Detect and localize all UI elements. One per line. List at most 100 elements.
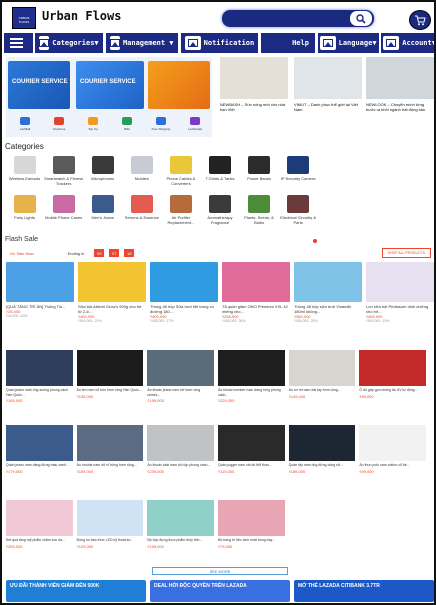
product-card[interactable]: Quần jogger nam vải dù thể thao... ₫119,0…: [217, 425, 285, 497]
nav-notification[interactable]: Notification: [184, 33, 254, 53]
nav-account[interactable]: Account▼: [383, 33, 436, 53]
category-item[interactable]: Serums & Essence: [122, 193, 161, 232]
promo-banner[interactable]: [148, 61, 210, 109]
cart-button[interactable]: [409, 10, 431, 30]
category-image: [130, 156, 153, 174]
product-card[interactable]: Đồng hồ báo thức LED kỹ thuật số... ₫129,…: [76, 500, 144, 572]
category-item[interactable]: [318, 193, 357, 232]
quick-links: LazMall Vouchers Top Up Bills Free Shipping L…: [8, 117, 212, 131]
product-card[interactable]: Set quà tặng mỹ phẩm chăm sóc da... ₫259,…: [6, 500, 73, 572]
carousel-dot[interactable]: [313, 239, 317, 243]
hamburger-menu-icon[interactable]: [10, 36, 23, 50]
category-image: [404, 195, 427, 213]
category-label: T-Shirts & Tanks: [205, 176, 235, 181]
category-item[interactable]: Fairy Lights: [5, 193, 44, 232]
nav-management[interactable]: Management ▼: [109, 33, 174, 53]
shop-all-button[interactable]: SHOP ALL PRODUCTS: [381, 248, 431, 258]
product-title: Áo hoodie nam nữ nỉ bông form rộng...: [76, 463, 137, 467]
flash-sale-card[interactable]: Thùng 48 hộp Sữa tươi tiệt trùng có đườn…: [150, 262, 218, 334]
product-card[interactable]: Áo len nam cổ tròn form rộng Hàn Quốc...…: [76, 350, 144, 422]
flash-sale-card[interactable]: [QUÀ TẶNG TRÍ ÂN] Thông Tin... ₫26,400 ₫44…: [6, 262, 74, 334]
category-item[interactable]: Air Purifier Replacement...: [161, 193, 200, 232]
product-card[interactable]: Quần tây nam ống đứng công sở... ₫189,000: [288, 425, 356, 497]
product-image: [217, 350, 285, 386]
product-title: Áo thun polo nam cotton cổ bẻ...: [359, 463, 410, 467]
quick-link[interactable]: Free Shipping: [150, 117, 172, 131]
image-icon: [319, 36, 336, 50]
promo-banner[interactable]: COURIER SERVICE: [8, 61, 70, 109]
quick-link[interactable]: Top Up: [82, 117, 104, 131]
category-item[interactable]: Phone Cables & Converters: [161, 154, 200, 193]
category-item[interactable]: Smartwatch & Fitness Trackers: [44, 154, 83, 193]
category-item[interactable]: [396, 193, 434, 232]
product-image: [76, 425, 144, 461]
product-card[interactable]: Áo sơ mi nam dài tay form rộng... ₫149,00…: [288, 350, 356, 422]
category-item[interactable]: Men's Jeans: [83, 193, 122, 232]
quick-link[interactable]: LazMall: [14, 117, 36, 131]
product-card[interactable]: Quần jeans nam ống suông phong cách Hàn …: [6, 350, 73, 422]
product-card[interactable]: Áo thun polo nam cotton cổ bẻ... ₫99,000: [359, 425, 426, 497]
quick-link-label: Free Shipping: [151, 127, 171, 131]
nav-language[interactable]: Language▼: [319, 33, 377, 53]
category-item[interactable]: [396, 154, 434, 193]
product-title: Quần tây nam ống đứng công sở...: [288, 463, 344, 467]
promo-text: COURIER SERVICE: [80, 79, 136, 85]
product-card[interactable]: Bộ trang trí tiệc sinh nhật bóng bay... ₫…: [217, 500, 285, 572]
nav-label: Account▼: [402, 39, 436, 47]
product-card[interactable]: Áo khoác jeans nam nữ form rộng unisex..…: [147, 350, 214, 422]
category-image: [169, 156, 192, 174]
promo-banner[interactable]: COURIER SERVICE: [76, 61, 144, 109]
search-input[interactable]: [222, 10, 374, 27]
flash-sale-card[interactable]: Tã quần giảm ONO Premium XXL 42 miếng ch…: [222, 262, 290, 334]
category-item[interactable]: T-Shirts & Tanks: [200, 154, 239, 193]
product-image: [288, 500, 356, 536]
news-card[interactable]: VIMUT – Danh phục thể giới tại Việt Nam: [294, 57, 362, 137]
product-title: Bộ trang trí tiệc sinh nhật bóng bay...: [217, 538, 275, 542]
footer-banner[interactable]: MỞ THẺ LAZADA CITIBANK 3.7TR: [294, 580, 434, 602]
product-card[interactable]: Ô dù gấp gọn chống tia UV tự động... ₫89,…: [359, 350, 426, 422]
category-item[interactable]: Plants, Seeds, & Bulbs: [240, 193, 279, 232]
category-item[interactable]: Wireless Earbuds: [5, 154, 44, 193]
nav-categories[interactable]: Categories▼: [39, 33, 99, 53]
news-card[interactable]: NEWBASH – Sức sống mới cho nhà bạn Việt: [220, 57, 288, 137]
category-item[interactable]: [357, 154, 396, 193]
news-card[interactable]: NEWLOOK – Chuyển mình từng bước ra khỏi …: [366, 57, 434, 137]
quick-link[interactable]: Vouchers: [48, 117, 70, 131]
logo[interactable]: URBAN FLOWS: [12, 7, 36, 29]
category-item[interactable]: Mobile Phone Cases: [44, 193, 83, 232]
product-price: ₫159,000: [76, 468, 94, 474]
product-card[interactable]: Quần jeans nam dáng đứng màu xanh... ₫179…: [6, 425, 73, 497]
product-card[interactable]: Áo khoác bomber nam dáng rộng phong cách…: [217, 350, 285, 422]
category-item[interactable]: Power Banks: [240, 154, 279, 193]
see-more-button[interactable]: SEE MORE: [152, 567, 288, 575]
product-card: [288, 500, 356, 572]
category-image: [52, 195, 75, 213]
category-item[interactable]: [318, 154, 357, 193]
footer-banner[interactable]: DEAL HỜI ĐỘC QUYỀN TRÊN LAZADA: [150, 580, 290, 602]
product-card[interactable]: Áo hoodie nam nữ nỉ bông form rộng... ₫15…: [76, 425, 144, 497]
nav-label: Categories▼: [52, 39, 99, 47]
category-item[interactable]: Mobiles: [122, 154, 161, 193]
image-icon: [39, 36, 50, 50]
product-title: Áo sơ mi nam dài tay form rộng...: [288, 388, 341, 392]
product-price: ₫179,000: [6, 468, 23, 474]
quick-link[interactable]: LazGlobal: [184, 117, 206, 131]
category-item[interactable]: Electrical Circuitry & Parts: [279, 193, 318, 232]
search-button[interactable]: [350, 11, 372, 26]
flash-sale-card[interactable]: Lon sữa bột Pediasure dinh dưỡng cho trẻ…: [366, 262, 434, 334]
category-item[interactable]: Microphones: [83, 154, 122, 193]
news-caption: NEWLOOK – Chuyển mình từng bước ra khỏi …: [366, 102, 426, 112]
category-label: Serums & Essence: [124, 215, 159, 220]
quick-link-label: Vouchers: [52, 127, 66, 131]
footer-banner[interactable]: ƯU ĐÃI THÀNH VIÊN GIẢM ĐẾN 500K: [6, 580, 146, 602]
flash-sale-card[interactable]: Sữa bột Abbott Grow's 900g cho trẻ từ 2-…: [78, 262, 146, 334]
product-card[interactable]: Bộ hộp đựng thực phẩm thủy tinh... ₫199,0…: [147, 500, 214, 572]
promo-carousel[interactable]: COURIER SERVICE COURIER SERVICE LazMall V…: [6, 57, 212, 137]
product-card[interactable]: Áo khoác kaki nam túi hộp phong cách... ₫…: [147, 425, 214, 497]
nav-help[interactable]: Help: [265, 33, 315, 53]
quick-link[interactable]: Bills: [116, 117, 138, 131]
category-item[interactable]: IP Security Camera: [279, 154, 318, 193]
flash-sale-card[interactable]: Thùng 48 hộp sữa tươi Vinamilk 180ml khô…: [294, 262, 362, 334]
category-item[interactable]: Aromatherapy Fragrance: [200, 193, 239, 232]
category-item[interactable]: [357, 193, 396, 232]
